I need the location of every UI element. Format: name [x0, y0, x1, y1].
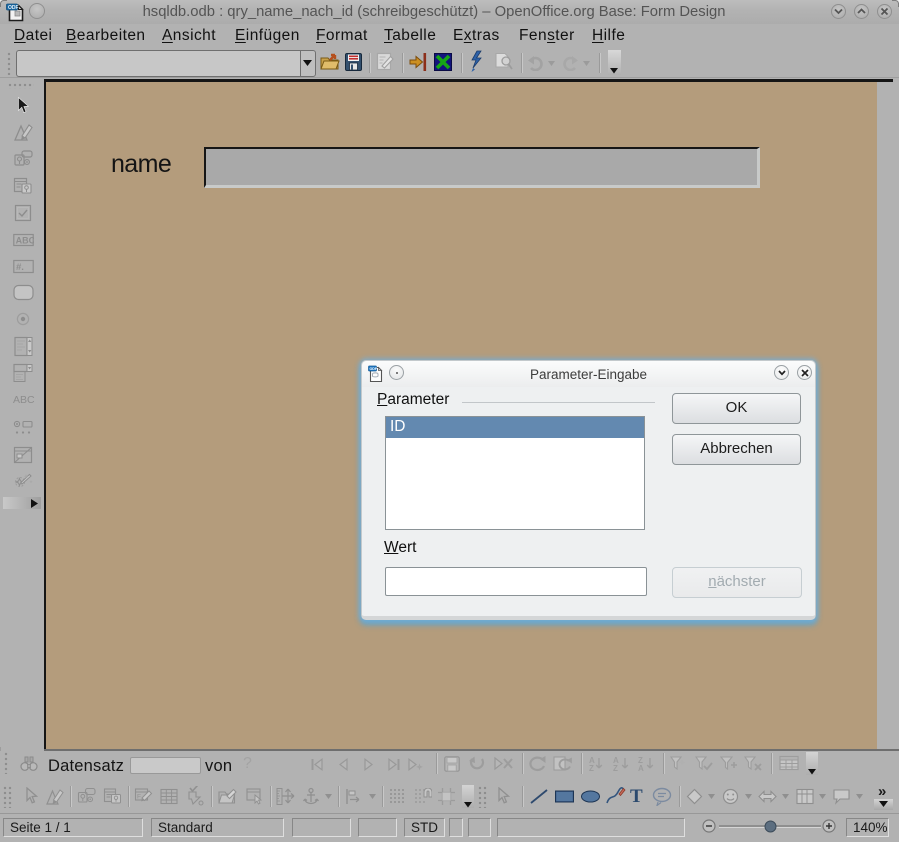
svg-text:F: F: [137, 794, 141, 801]
svg-text:#.: #.: [16, 262, 24, 273]
svg-text:ABC: ABC: [16, 236, 34, 246]
svg-text:ABC: ABC: [13, 394, 35, 406]
svg-text:ODF: ODF: [8, 5, 19, 11]
svg-text:Z: Z: [613, 764, 618, 772]
svg-text:ODF: ODF: [370, 367, 378, 371]
svg-text:Z: Z: [589, 764, 594, 772]
svg-text:A: A: [638, 764, 644, 772]
